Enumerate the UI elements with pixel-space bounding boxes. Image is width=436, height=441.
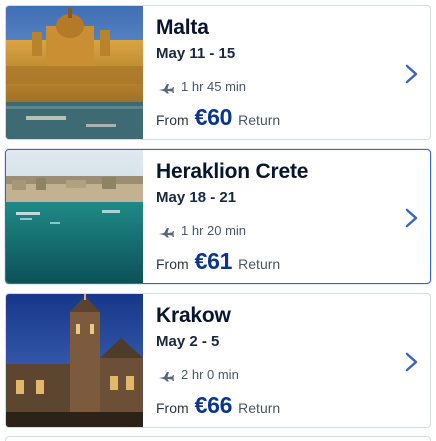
destination-list: Malta May 11 - 15 1 hr 45 min From €60 R… [0, 0, 436, 441]
trip-dates: May 18 - 21 [156, 189, 237, 206]
flight-duration: 1 hr 20 min [181, 223, 247, 238]
destination-image-heraklion [6, 150, 143, 283]
chevron-right-icon[interactable] [402, 350, 422, 374]
price-value: €60 [194, 104, 233, 130]
destination-card-malta[interactable]: Malta May 11 - 15 1 hr 45 min From €60 R… [5, 5, 431, 140]
price-value: €61 [194, 248, 233, 274]
price-from-label: From [156, 112, 189, 128]
trip-type: Return [238, 112, 281, 128]
destination-image-malta [6, 6, 143, 139]
flight-duration-row: 1 hr 20 min [158, 223, 246, 238]
destination-image-krakow [6, 294, 143, 427]
flight-duration: 2 hr 0 min [181, 367, 239, 382]
trip-type: Return [238, 400, 281, 416]
price-row: From €60 Return [156, 104, 280, 131]
price-from-label: From [156, 400, 189, 416]
trip-dates: May 2 - 5 [156, 333, 220, 350]
destination-card-krakow[interactable]: Krakow May 2 - 5 2 hr 0 min From €66 Ret… [5, 293, 431, 428]
chevron-right-icon[interactable] [402, 62, 422, 86]
flight-duration: 1 hr 45 min [181, 79, 247, 94]
price-row: From €61 Return [156, 248, 280, 275]
destination-city: Malta [156, 16, 209, 39]
flight-duration-row: 2 hr 0 min [158, 367, 239, 382]
chevron-right-icon[interactable] [402, 206, 422, 230]
price-row: From €66 Return [156, 392, 280, 419]
price-from-label: From [156, 256, 189, 272]
destination-card-next[interactable] [5, 436, 431, 441]
price-value: €66 [194, 392, 233, 418]
trip-dates: May 11 - 15 [156, 45, 236, 62]
destination-city: Krakow [156, 304, 231, 327]
flight-duration-row: 1 hr 45 min [158, 79, 246, 94]
trip-type: Return [238, 256, 281, 272]
plane-icon [158, 81, 174, 93]
plane-icon [158, 225, 174, 237]
plane-icon [158, 369, 174, 381]
destination-city: Heraklion Crete [156, 160, 309, 183]
destination-card-heraklion-crete[interactable]: Heraklion Crete May 18 - 21 1 hr 20 min … [5, 149, 431, 284]
